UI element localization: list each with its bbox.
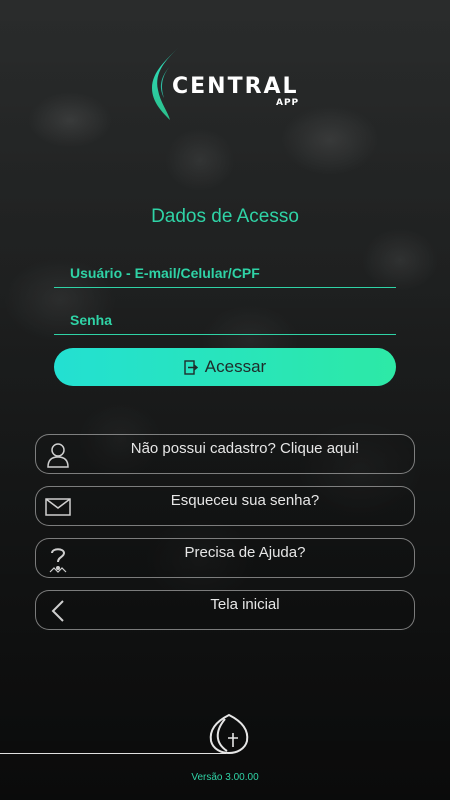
login-icon [184,359,198,375]
help-button[interactable]: Precisa de Ajuda? [35,538,415,578]
help-button-label: Precisa de Ajuda? [184,544,306,561]
brand-name: CENTRAL [172,74,299,99]
login-button[interactable]: Acessar [54,348,396,386]
footer-divider [0,753,226,754]
forgot-password-button[interactable]: Esqueceu sua senha? [35,486,415,526]
home-screen-label: Tela inicial [210,596,280,613]
login-button-label: Acessar [204,357,267,376]
forgot-password-label: Esqueceu sua senha? [170,492,320,509]
mail-icon [44,493,72,521]
register-button[interactable]: Não possui cadastro? Clique aqui! [35,434,415,474]
app-version: Versão 3.00.00 [191,772,259,783]
username-input[interactable] [54,258,396,287]
register-button-label: Não possui cadastro? Clique aqui! [130,440,360,457]
brand-subtitle: APP [276,98,300,108]
username-field[interactable] [54,258,396,288]
help-icon [44,545,72,573]
password-field[interactable] [54,305,396,335]
back-arrow-icon [44,597,72,625]
section-title: Dados de Acesso [151,206,299,227]
password-input[interactable] [54,305,396,334]
app-logo: CENTRAL APP [148,46,308,122]
home-screen-button[interactable]: Tela inicial [35,590,415,630]
footer-logo-icon [207,713,251,759]
user-icon [44,441,72,469]
